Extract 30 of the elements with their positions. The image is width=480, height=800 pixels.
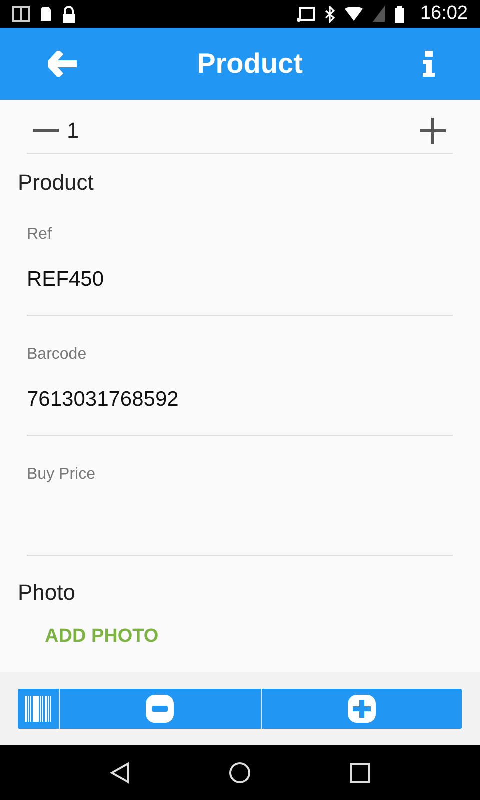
- back-nav-button[interactable]: [110, 762, 130, 784]
- minus-icon: [146, 694, 174, 722]
- screen-title: Product: [197, 48, 303, 80]
- battery-icon: [395, 6, 404, 22]
- signal-icon: [373, 6, 386, 22]
- field-label: Ref: [27, 226, 53, 244]
- field-value: REF450: [27, 268, 106, 292]
- section-title: Photo: [18, 580, 76, 606]
- status-time: 16:02: [420, 3, 468, 25]
- quantity-value: 1: [67, 118, 80, 144]
- sim-icon: [40, 6, 52, 22]
- increase-button[interactable]: [420, 118, 446, 144]
- back-button[interactable]: [48, 51, 78, 77]
- home-button[interactable]: [228, 762, 251, 784]
- windows-icon: [12, 6, 30, 22]
- recents-button[interactable]: [350, 762, 370, 782]
- bluetooth-icon: [325, 6, 336, 22]
- section-title: Product: [18, 170, 95, 196]
- wifi-icon: [345, 7, 364, 21]
- field-label: Buy Price: [27, 466, 96, 484]
- input-field[interactable]: Barcode 7613031768592: [27, 316, 453, 436]
- field-label: Barcode: [27, 346, 88, 364]
- input-field[interactable]: Ref REF450: [27, 196, 453, 316]
- cast-icon: [297, 6, 316, 22]
- input-field[interactable]: Buy Price: [27, 436, 453, 556]
- add-button[interactable]: [260, 688, 462, 728]
- info-button[interactable]: [422, 51, 436, 77]
- field-value: 7613031768592: [27, 388, 180, 412]
- plus-icon: [348, 694, 376, 722]
- lock-icon: [62, 6, 76, 22]
